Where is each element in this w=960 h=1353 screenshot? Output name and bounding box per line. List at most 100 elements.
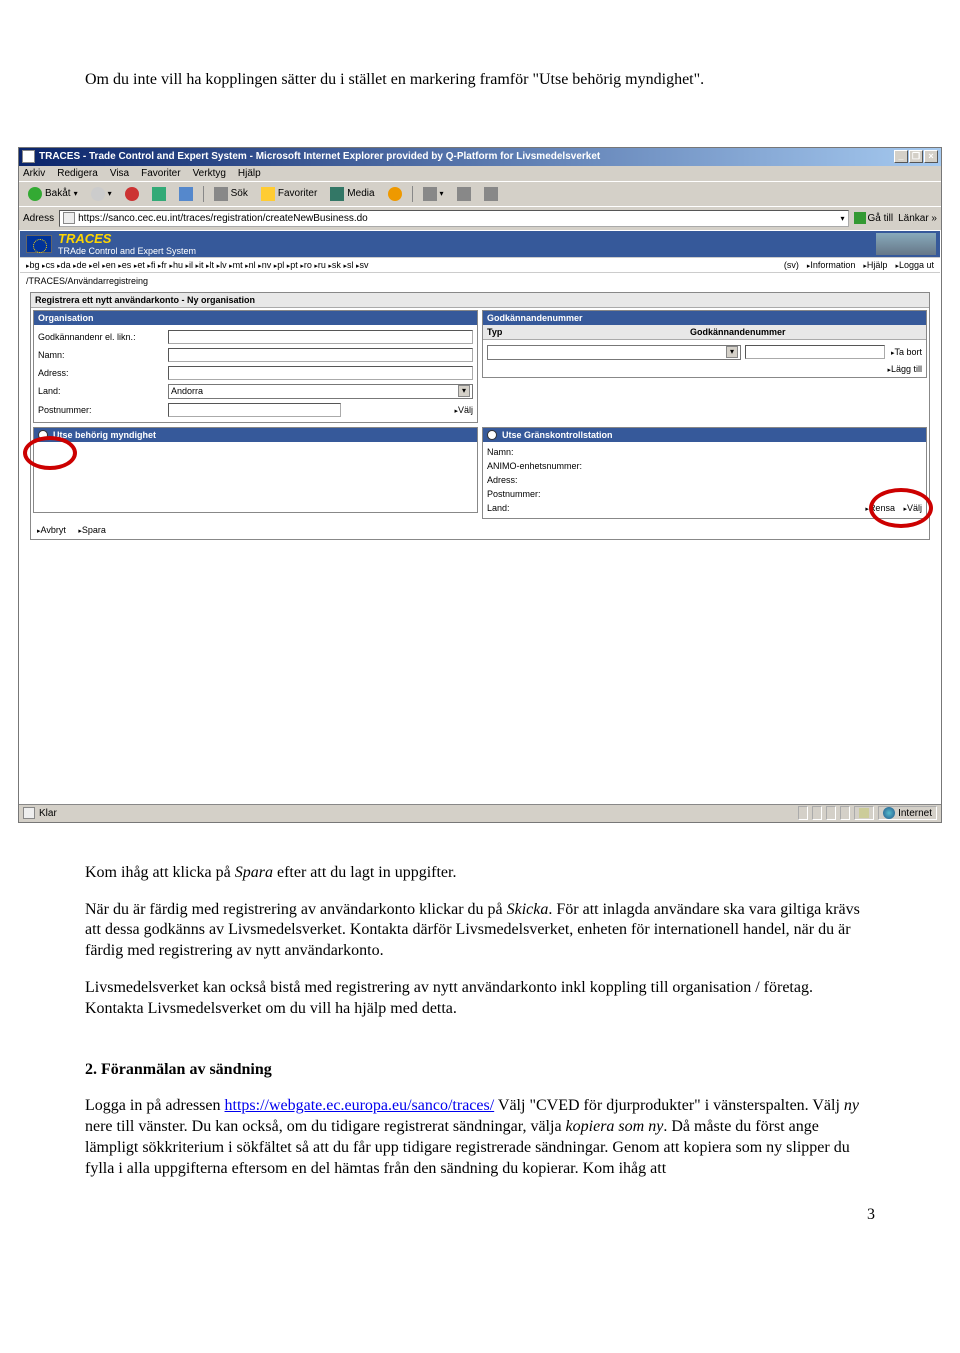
input-postnummer[interactable]: [168, 403, 341, 417]
search-button[interactable]: Sök: [209, 185, 253, 203]
lang-sv[interactable]: sv: [356, 260, 369, 270]
links-button[interactable]: Länkar »: [898, 213, 937, 224]
lang-hu[interactable]: hu: [169, 260, 183, 270]
grans-radio-row[interactable]: Utse Gränskontrollstation: [483, 428, 926, 442]
lang-it[interactable]: it: [196, 260, 204, 270]
eu-flag-icon: [26, 235, 52, 253]
lang-il[interactable]: il: [185, 260, 193, 270]
select-land[interactable]: Andorra▾: [168, 384, 473, 399]
edit-button[interactable]: [479, 185, 503, 203]
input-adress[interactable]: [168, 366, 473, 380]
lang-da[interactable]: da: [57, 260, 71, 270]
menu-arkiv[interactable]: Arkiv: [23, 168, 45, 179]
url-text: https://sanco.cec.eu.int/traces/registra…: [78, 213, 368, 224]
myndighet-label: Utse behörig myndighet: [53, 430, 156, 440]
traces-header: TRACES TRAde Control and Expert System: [20, 231, 940, 257]
nar-du-paragraph: När du är färdig med registrering av anv…: [85, 900, 875, 962]
page-content: TRACES TRAde Control and Expert System b…: [19, 230, 941, 804]
print-button[interactable]: [452, 185, 476, 203]
lang-ru[interactable]: ru: [314, 260, 326, 270]
page-done-icon: [23, 807, 35, 819]
lang-de[interactable]: de: [73, 260, 87, 270]
myndighet-panel: Utse behörig myndighet: [33, 427, 478, 513]
lang-nv[interactable]: nv: [258, 260, 271, 270]
lang-en[interactable]: en: [102, 260, 116, 270]
radio-icon[interactable]: [38, 430, 48, 440]
back-button[interactable]: Bakåt▾: [23, 185, 83, 203]
livs-paragraph: Livsmedelsverket kan också bistå med reg…: [85, 978, 875, 1020]
input-namn[interactable]: [168, 348, 473, 362]
input-godkannandenr[interactable]: [168, 330, 473, 344]
lagg-till-link[interactable]: Lägg till: [887, 364, 922, 374]
menu-favoriter[interactable]: Favoriter: [141, 168, 180, 179]
menu-hjalp[interactable]: Hjälp: [238, 168, 261, 179]
godk-header: Godkännandenummer: [483, 311, 926, 325]
menu-visa[interactable]: Visa: [110, 168, 129, 179]
minimize-button[interactable]: _: [894, 150, 908, 163]
window-title: TRACES - Trade Control and Expert System…: [39, 151, 894, 162]
input-godknr[interactable]: [745, 345, 885, 359]
lang-cs[interactable]: cs: [42, 260, 55, 270]
media-button[interactable]: Media: [325, 185, 379, 203]
url-input[interactable]: https://sanco.cec.eu.int/traces/registra…: [59, 210, 848, 227]
g-label-animo: ANIMO-enhetsnummer:: [487, 461, 647, 471]
lang-pl[interactable]: pl: [274, 260, 285, 270]
lang-es[interactable]: es: [118, 260, 131, 270]
url-dropdown-icon[interactable]: ▾: [841, 214, 845, 223]
stop-button[interactable]: [120, 185, 144, 203]
lang-pt[interactable]: pt: [287, 260, 298, 270]
lang-sl[interactable]: sl: [343, 260, 353, 270]
lang-et[interactable]: et: [134, 260, 145, 270]
g-label-postnummer: Postnummer:: [487, 489, 617, 499]
lang-bg[interactable]: bg: [26, 260, 40, 270]
radio-icon[interactable]: [487, 430, 497, 440]
lang-el[interactable]: el: [89, 260, 100, 270]
valj-link-2[interactable]: Välj: [903, 503, 922, 513]
refresh-icon: [152, 187, 166, 201]
kom-ihag-paragraph: Kom ihåg att klicka på Spara efter att d…: [85, 863, 875, 884]
myndighet-radio-row[interactable]: Utse behörig myndighet: [34, 428, 477, 442]
address-bar: Adress https://sanco.cec.eu.int/traces/r…: [19, 206, 941, 230]
info-link[interactable]: Information: [807, 260, 856, 270]
section-2-heading: 2. Föranmälan av sändning: [85, 1060, 875, 1081]
lang-lt[interactable]: lt: [206, 260, 214, 270]
stop-icon: [125, 187, 139, 201]
lang-ro[interactable]: ro: [300, 260, 312, 270]
menu-verktyg[interactable]: Verktyg: [193, 168, 226, 179]
avbryt-link[interactable]: Avbryt: [37, 525, 66, 535]
page-icon: [63, 212, 75, 224]
restore-button[interactable]: ❐: [909, 150, 923, 163]
help-link[interactable]: Hjälp: [863, 260, 887, 270]
go-button[interactable]: Gå till: [854, 212, 894, 224]
menu-bar: Arkiv Redigera Visa Favoriter Verktyg Hj…: [19, 166, 941, 181]
lang-sk[interactable]: sk: [328, 260, 341, 270]
home-button[interactable]: [174, 185, 198, 203]
dropdown-icon: ▾: [458, 385, 470, 397]
favorites-button[interactable]: Favoriter: [256, 185, 322, 203]
traces-subtitle: TRAde Control and Expert System: [58, 246, 196, 256]
mail-button[interactable]: ▾: [418, 185, 449, 203]
status-bar: Klar Internet: [19, 804, 941, 822]
lock-icon: [859, 808, 869, 818]
spara-link[interactable]: Spara: [78, 525, 106, 535]
lang-nl[interactable]: nl: [245, 260, 256, 270]
lang-lv[interactable]: lv: [217, 260, 227, 270]
ta-bort-link[interactable]: Ta bort: [891, 347, 922, 357]
history-button[interactable]: [383, 185, 407, 203]
rensa-link[interactable]: Rensa: [865, 503, 895, 513]
lang-fr[interactable]: fr: [158, 260, 167, 270]
forward-button[interactable]: ▾: [86, 185, 117, 203]
lang-fi[interactable]: fi: [147, 260, 155, 270]
traces-url-link[interactable]: https://webgate.ec.europa.eu/sanco/trace…: [225, 1097, 495, 1114]
close-button[interactable]: ×: [924, 150, 938, 163]
registration-form: Registrera ett nytt användarkonto - Ny o…: [30, 292, 930, 540]
language-bar: bg cs da de el en es et fi fr hu il it l…: [20, 257, 940, 273]
print-icon: [457, 187, 471, 201]
menu-redigera[interactable]: Redigera: [57, 168, 98, 179]
refresh-button[interactable]: [147, 185, 171, 203]
valj-link[interactable]: Välj: [454, 405, 473, 415]
logout-link[interactable]: Logga ut: [895, 260, 934, 270]
lang-mt[interactable]: mt: [229, 260, 243, 270]
select-typ[interactable]: ▾: [487, 345, 741, 360]
home-icon: [179, 187, 193, 201]
